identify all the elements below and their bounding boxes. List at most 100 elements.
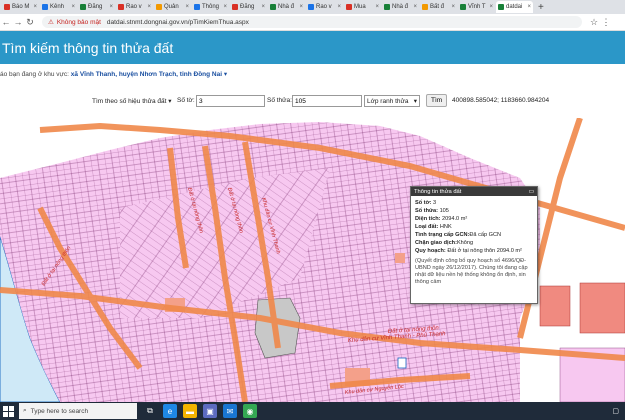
close-icon[interactable]: × <box>185 4 189 10</box>
popup-row-value: Không <box>456 240 474 246</box>
browser-tab[interactable]: Nhà đ × <box>268 1 305 13</box>
close-icon[interactable]: × <box>451 4 455 10</box>
taskbar-search-input[interactable]: ⌕ Type here to search <box>19 403 137 419</box>
close-icon[interactable]: × <box>299 4 303 10</box>
browser-tab[interactable]: Đăng × <box>230 1 267 13</box>
layer-select-value[interactable]: Lớp ranh thửa <box>367 98 409 105</box>
close-icon[interactable]: × <box>375 4 379 10</box>
chevron-down-icon[interactable]: ▾ <box>414 97 417 105</box>
menu-icon[interactable]: ⋮ <box>600 17 612 28</box>
favicon-icon <box>232 4 238 10</box>
browser-tab-label[interactable]: Kênh <box>50 4 64 10</box>
chevron-down-icon[interactable]: ▾ <box>168 98 171 105</box>
browser-tab[interactable]: Thông × <box>192 1 229 13</box>
browser-tab[interactable]: Nhà đ × <box>382 1 419 13</box>
forward-icon[interactable]: → <box>12 17 24 27</box>
search-icon: ⌕ <box>23 407 27 414</box>
new-tab-button[interactable]: + <box>538 2 544 13</box>
favicon-icon <box>4 4 10 10</box>
bookmark-star-icon[interactable]: ☆ <box>588 17 600 28</box>
search-mode-select[interactable]: Tìm theo số hiệu thửa đất ▾ <box>92 97 172 105</box>
browser-tab-label[interactable]: Quản <box>164 4 179 10</box>
popup-title: Thông tin thửa đất <box>414 188 462 195</box>
close-icon[interactable]: × <box>413 4 417 10</box>
close-icon[interactable]: × <box>527 4 531 10</box>
browser-tab-label[interactable]: Rao v <box>316 4 332 10</box>
windows-start-icon[interactable] <box>3 405 15 417</box>
url-input[interactable]: ⚠ Không bảo mật datdai.stnmt.dongnai.gov… <box>42 16 582 28</box>
close-icon[interactable]: × <box>337 4 341 10</box>
sheet-number-label: Số tờ: <box>177 97 195 104</box>
browser-tab[interactable]: Vĩnh T × <box>458 1 495 13</box>
browser-tab[interactable]: Mua × <box>344 1 381 13</box>
search-mode-label[interactable]: Tìm theo số hiệu thửa đất <box>92 98 166 105</box>
close-icon[interactable]: × <box>261 4 265 10</box>
parcel-number-label: Số thửa: <box>267 97 292 104</box>
file-explorer-icon[interactable]: ▬ <box>183 404 197 418</box>
security-label[interactable]: Không bảo mật <box>57 19 101 26</box>
favicon-icon <box>422 4 428 10</box>
browser-tab-label[interactable]: Mua <box>354 4 366 10</box>
favicon-icon <box>156 4 162 10</box>
browser-tab-label[interactable]: Báo M <box>12 4 29 10</box>
close-icon[interactable]: × <box>71 4 75 10</box>
favicon-icon <box>460 4 466 10</box>
favicon-icon <box>118 4 124 10</box>
popup-row-label: Quy hoạch: <box>415 248 446 254</box>
browser-tab[interactable]: Báo M × <box>2 1 39 13</box>
browser-tab[interactable]: Quản × <box>154 1 191 13</box>
close-icon[interactable]: × <box>489 4 493 10</box>
reload-icon[interactable]: ↻ <box>24 17 36 28</box>
task-view-icon[interactable]: ⧉ <box>143 404 157 418</box>
popup-row: Diện tích: 2094.0 m² <box>415 215 533 223</box>
area-selector[interactable]: áo bạn đang ở khu vực: xã Vĩnh Thanh, hu… <box>0 70 227 78</box>
close-icon[interactable]: × <box>223 4 227 10</box>
favicon-icon <box>42 4 48 10</box>
popup-row: Loại đất: HNK <box>415 223 533 231</box>
layer-select[interactable]: Lớp ranh thửa ▾ <box>364 95 420 107</box>
browser-tab-label[interactable]: Nhà đ <box>392 4 408 10</box>
edge-icon[interactable]: e <box>163 404 177 418</box>
chevron-down-icon[interactable]: ▾ <box>224 71 227 78</box>
close-icon[interactable]: × <box>147 4 151 10</box>
popup-row-value: HNK <box>438 224 452 230</box>
sheet-number-input[interactable] <box>196 95 265 107</box>
back-icon[interactable]: ← <box>0 17 12 27</box>
warning-icon[interactable]: ⚠ <box>48 18 54 26</box>
search-button[interactable]: Tìm <box>426 94 448 107</box>
taskbar: ⌕ Type here to search ⧉ e ▬ ▣ ✉ ◉ ▢ <box>0 402 625 420</box>
browser-tab[interactable]: Bất đ × <box>420 1 457 13</box>
browser-tab-label[interactable]: Rao v <box>126 4 142 10</box>
browser-tab[interactable]: Đăng × <box>78 1 115 13</box>
browser-tab-label[interactable]: Đăng <box>240 4 254 10</box>
browser-tab[interactable]: Kênh × <box>40 1 77 13</box>
favicon-icon <box>498 4 504 10</box>
selected-parcel[interactable] <box>397 357 407 369</box>
store-icon[interactable]: ▣ <box>203 404 217 418</box>
popup-row-value: Đất ở tại nông thôn 2094.0 m² <box>445 248 522 254</box>
parcel-number-input[interactable] <box>292 95 362 107</box>
close-icon[interactable]: × <box>33 4 37 10</box>
browser-tab[interactable]: Rao v × <box>116 1 153 13</box>
area-location-link[interactable]: xã Vĩnh Thanh, huyện Nhơn Trạch, tỉnh Đồ… <box>71 71 222 78</box>
popup-row-value: 105 <box>438 208 449 214</box>
notification-icon[interactable]: ▢ <box>612 407 619 415</box>
browser-tab-label[interactable]: datdai <box>506 4 522 10</box>
favicon-icon <box>346 4 352 10</box>
browser-tab-label[interactable]: Bất đ <box>430 4 444 10</box>
minimize-icon[interactable]: ▭ <box>529 189 534 195</box>
url-text[interactable]: datdai.stnmt.dongnai.gov.vn/pTimKiemThua… <box>107 19 249 26</box>
browser-tab[interactable]: datdai × <box>496 1 533 13</box>
popup-row: Tình trạng cấp GCN:Đã cấp GCN <box>415 231 533 239</box>
browser-tab[interactable]: Rao v × <box>306 1 343 13</box>
close-icon[interactable]: × <box>109 4 113 10</box>
browser-tab-label[interactable]: Đăng <box>88 4 102 10</box>
favicon-icon <box>270 4 276 10</box>
taskbar-search-placeholder[interactable]: Type here to search <box>31 408 88 415</box>
mail-icon[interactable]: ✉ <box>223 404 237 418</box>
browser-tab-label[interactable]: Vĩnh T <box>468 4 486 10</box>
browser-tab-label[interactable]: Thông <box>202 4 219 10</box>
page-title: Tìm kiếm thông tin thửa đất <box>2 39 174 56</box>
chrome-icon[interactable]: ◉ <box>243 404 257 418</box>
browser-tab-label[interactable]: Nhà đ <box>278 4 294 10</box>
